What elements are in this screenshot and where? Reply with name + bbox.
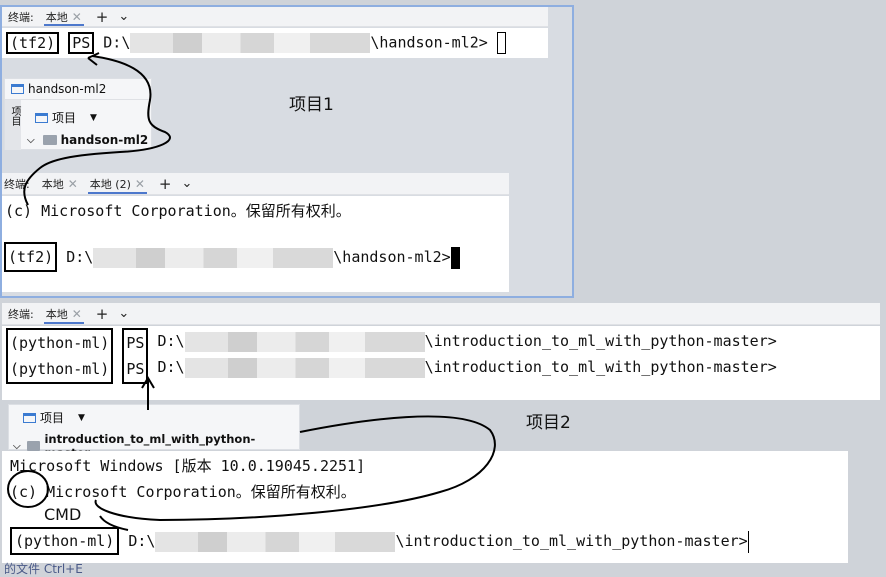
annotation-overlay xyxy=(7,52,496,531)
annotation-curve-4 xyxy=(99,515,129,531)
annotation-curve-1 xyxy=(23,55,171,206)
annotation-curve-3 xyxy=(94,415,496,522)
annotation-circle xyxy=(7,470,49,508)
annotation-arrow-1 xyxy=(87,52,100,66)
screenshot-root: { "tabbar1": {"terminal_label": "终端:", "… xyxy=(0,0,886,576)
